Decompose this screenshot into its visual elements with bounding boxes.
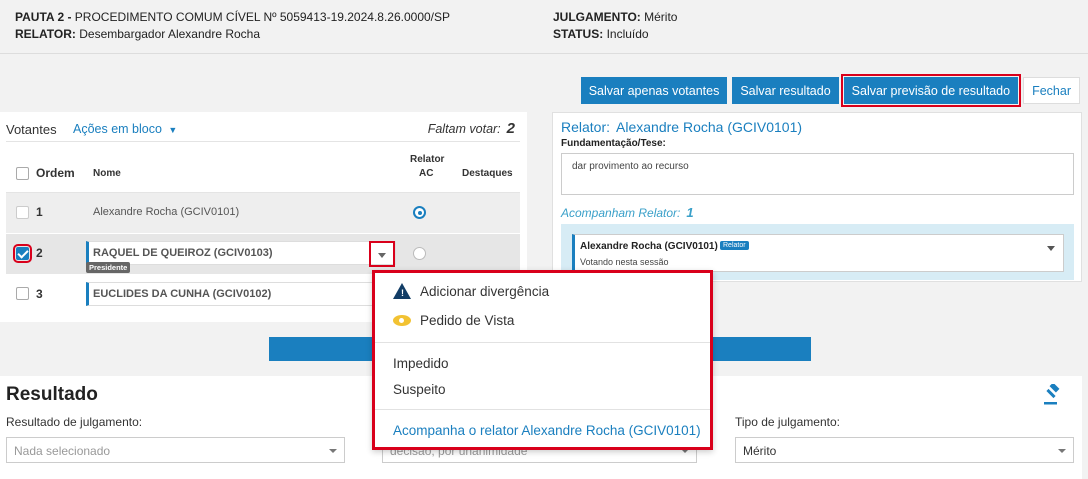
menu-item-acompanha-relator[interactable]: Acompanha o relator Alexandre Rocha (GCI… [393,423,701,438]
col-ordem: Ordem [36,166,75,180]
eye-icon [393,312,411,328]
row-checkbox[interactable] [16,206,29,219]
status-label: STATUS: [553,27,604,41]
relator-title: Relator: Alexandre Rocha (GCIV0101) [561,119,802,135]
salvar-resultado-button[interactable]: Salvar resultado [732,77,839,104]
resultado-title: Resultado [6,384,98,405]
julgamento-value: Mérito [644,10,678,24]
julgamento-label: JULGAMENTO: [553,10,641,24]
relator-line: RELATOR: Desembargador Alexandre Rocha [15,27,260,41]
chevron-down-icon[interactable] [1047,246,1055,251]
row-ordem: 2 [36,246,43,260]
row-checkbox[interactable] [16,287,29,300]
row-nome: EUCLIDES DA CUNHA (GCIV0102) [93,288,272,300]
acompanham-label: Acompanham Relator: [561,206,681,220]
vote-options-menu: ! Adicionar divergência Pedido de Vista … [372,270,713,450]
card-subtitle: Votando nesta sessão [580,257,669,267]
col-destaques: Destaques [462,168,513,179]
gavel-icon[interactable] [1042,384,1064,406]
row-ordem: 3 [36,287,43,301]
row-nome-select[interactable]: RAQUEL DE QUEIROZ (GCIV0103) [86,241,396,265]
relator-label: RELATOR: [15,27,76,41]
menu-item-pedido-de-vista[interactable]: Pedido de Vista [393,312,514,328]
menu-item-label: Adicionar divergência [420,283,550,299]
select-all-checkbox[interactable] [16,167,29,180]
relator-title-label: Relator: [561,119,611,135]
menu-item-adicionar-divergencia[interactable]: ! Adicionar divergência [393,283,549,299]
relator-badge: Relator [720,241,749,250]
menu-item-label: Suspeito [393,382,446,397]
menu-item-suspeito[interactable]: Suspeito [393,382,446,397]
row-nome-select[interactable]: EUCLIDES DA CUNHA (GCIV0102) [86,282,396,306]
faltam-count: 2 [506,120,515,137]
table-row: 2 RAQUEL DE QUEIROZ (GCIV0103) President… [6,234,520,274]
pauta-value: PROCEDIMENTO COMUM CÍVEL Nº 5059413-19.2… [74,10,451,24]
menu-divider [375,409,710,410]
faltam-label: Faltam votar: [427,122,501,136]
fundamentacao-value: dar provimento ao recurso [572,161,689,172]
divider [6,141,520,142]
row-nome: Alexandre Rocha (GCIV0101) [93,206,240,218]
tipo-julgamento-select[interactable]: Mérito [735,437,1074,463]
caret-down-icon: ▼ [168,125,178,135]
acoes-em-bloco-dropdown[interactable]: Ações em bloco ▼ [73,122,177,136]
relator-title-name: Alexandre Rocha (GCIV0101) [616,119,803,135]
resultado-julgamento-label: Resultado de julgamento: [6,415,143,429]
acompanhante-card[interactable]: Alexandre Rocha (GCIV0101) Relator Votan… [572,234,1064,272]
fundamentacao-textarea[interactable]: dar provimento ao recurso [561,153,1074,195]
tipo-julgamento-value: Mérito [743,444,777,458]
row-nome: RAQUEL DE QUEIROZ (GCIV0103) [93,247,273,259]
acompanham-count: 1 [686,205,694,220]
menu-item-impedido[interactable]: Impedido [393,356,449,371]
salvar-votantes-button[interactable]: Salvar apenas votantes [580,77,728,104]
faltam-votar: Faltam votar: 2 [428,120,515,137]
vote-options-dropdown[interactable] [369,241,395,267]
resultado-julgamento-select[interactable]: Nada selecionado [6,437,345,463]
process-header: PAUTA 2 - PROCEDIMENTO COMUM CÍVEL Nº 50… [0,0,1088,54]
row-checkbox[interactable] [13,244,32,263]
menu-item-label: Impedido [393,356,449,371]
presidente-badge: Presidente [86,262,131,273]
action-toolbar: Salvar apenas votantes Salvar resultado … [580,74,1080,107]
pauta-label: PAUTA 2 - [15,10,72,24]
relator-panel: Relator: Alexandre Rocha (GCIV0101) Funda… [552,112,1082,282]
col-ac-line2: AC [419,168,434,179]
menu-item-label: Acompanha o relator Alexandre Rocha (GCI… [393,423,701,438]
status-value: Incluído [606,27,649,41]
julgamento-line: JULGAMENTO: Mérito [553,10,677,24]
fundamentacao-label: Fundamentação/Tese: [561,138,666,149]
status-line: STATUS: Incluído [553,27,649,41]
salvar-previsao-button[interactable]: Salvar previsão de resultado [840,74,1022,107]
relator-ac-radio[interactable] [413,247,426,260]
resultado-julgamento-value: Nada selecionado [14,444,111,458]
fechar-button[interactable]: Fechar [1023,77,1080,104]
relator-value: Desembargador Alexandre Rocha [79,27,261,41]
relator-ac-radio[interactable] [413,206,426,219]
col-relator-line1: Relator [410,154,445,165]
card-name: Alexandre Rocha (GCIV0101) [580,241,718,252]
acoes-label: Ações em bloco [73,122,162,136]
pauta-line: PAUTA 2 - PROCEDIMENTO COMUM CÍVEL Nº 50… [15,10,450,24]
table-row: 1 Alexandre Rocha (GCIV0101) [6,193,520,233]
row-ordem: 1 [36,205,43,219]
acompanham-relator: Acompanham Relator: 1 [561,205,694,220]
votantes-title: Votantes [6,122,57,137]
col-nome: Nome [93,168,121,179]
menu-divider [375,342,710,343]
menu-item-label: Pedido de Vista [420,312,515,328]
warning-icon: ! [393,283,411,299]
tipo-julgamento-label: Tipo de julgamento: [735,415,840,429]
